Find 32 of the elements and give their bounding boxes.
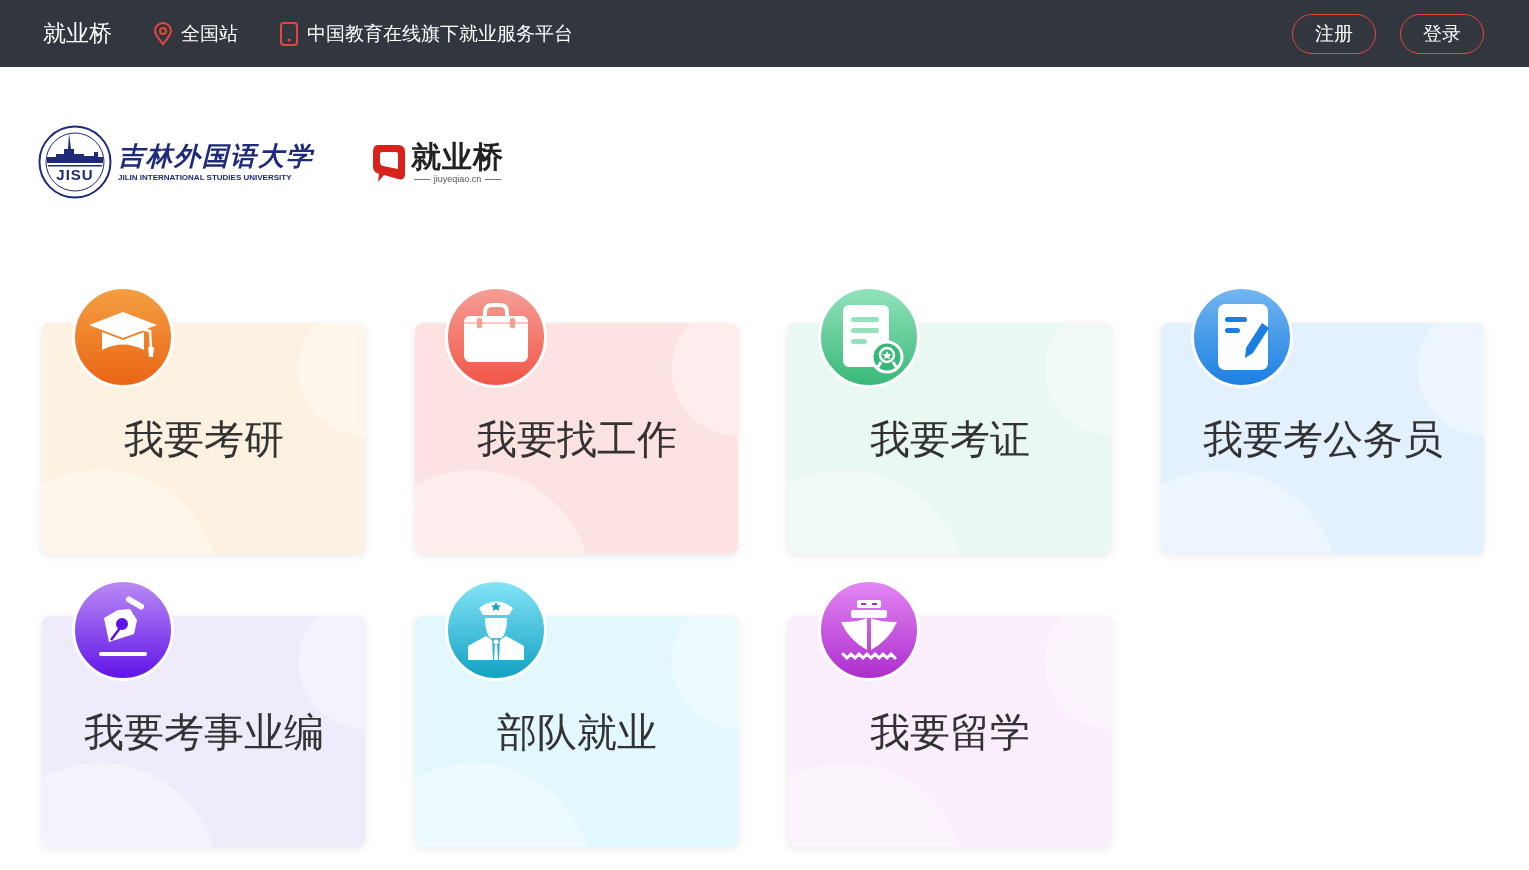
university-seal-icon xyxy=(38,125,112,199)
officer-icon[interactable] xyxy=(445,579,547,681)
service-title[interactable]: 我要留学 xyxy=(869,710,1030,754)
platform-domain: jiuyeqiao.cn xyxy=(433,173,482,185)
location-pin-icon[interactable] xyxy=(152,21,174,46)
site-brand[interactable]: 就业桥 xyxy=(43,18,112,49)
service-title[interactable]: 我要考研 xyxy=(123,417,284,461)
platform-tagline[interactable]: 中国教育在线旗下就业服务平台 xyxy=(307,20,573,47)
briefcase-icon[interactable] xyxy=(445,286,547,388)
service-title[interactable]: 我要找工作 xyxy=(476,417,677,461)
notepad-pencil-icon[interactable] xyxy=(1191,286,1293,388)
service-card[interactable]: 我要考研 xyxy=(42,323,365,554)
service-card[interactable]: 我要考公务员 xyxy=(1161,323,1484,554)
graduation-cap-icon[interactable] xyxy=(72,286,174,388)
service-title[interactable]: 部队就业 xyxy=(496,710,657,754)
pen-nib-icon[interactable] xyxy=(72,579,174,681)
university-abbreviation: JISU xyxy=(55,167,95,183)
service-title[interactable]: 我要考公务员 xyxy=(1202,417,1443,461)
service-title[interactable]: 我要考事业编 xyxy=(83,710,324,754)
phone-icon[interactable] xyxy=(278,21,300,46)
service-card[interactable]: 我要找工作 xyxy=(415,323,738,554)
location-label[interactable]: 全国站 xyxy=(181,20,238,47)
university-name: 吉林外国语大学 xyxy=(118,141,314,173)
service-card[interactable]: 我要考事业编 xyxy=(42,616,365,847)
platform-logo-name: 就业桥 xyxy=(411,139,504,174)
service-card[interactable]: 我要考证 xyxy=(788,323,1111,554)
service-card[interactable]: 部队就业 xyxy=(415,616,738,847)
service-title[interactable]: 我要考证 xyxy=(869,417,1030,461)
service-card[interactable]: 我要留学 xyxy=(788,616,1111,847)
certificate-icon[interactable] xyxy=(818,286,920,388)
university-english-name: JILIN INTERNATIONAL STUDIES UNIVERSITY xyxy=(118,173,292,183)
ship-icon[interactable] xyxy=(818,579,920,681)
